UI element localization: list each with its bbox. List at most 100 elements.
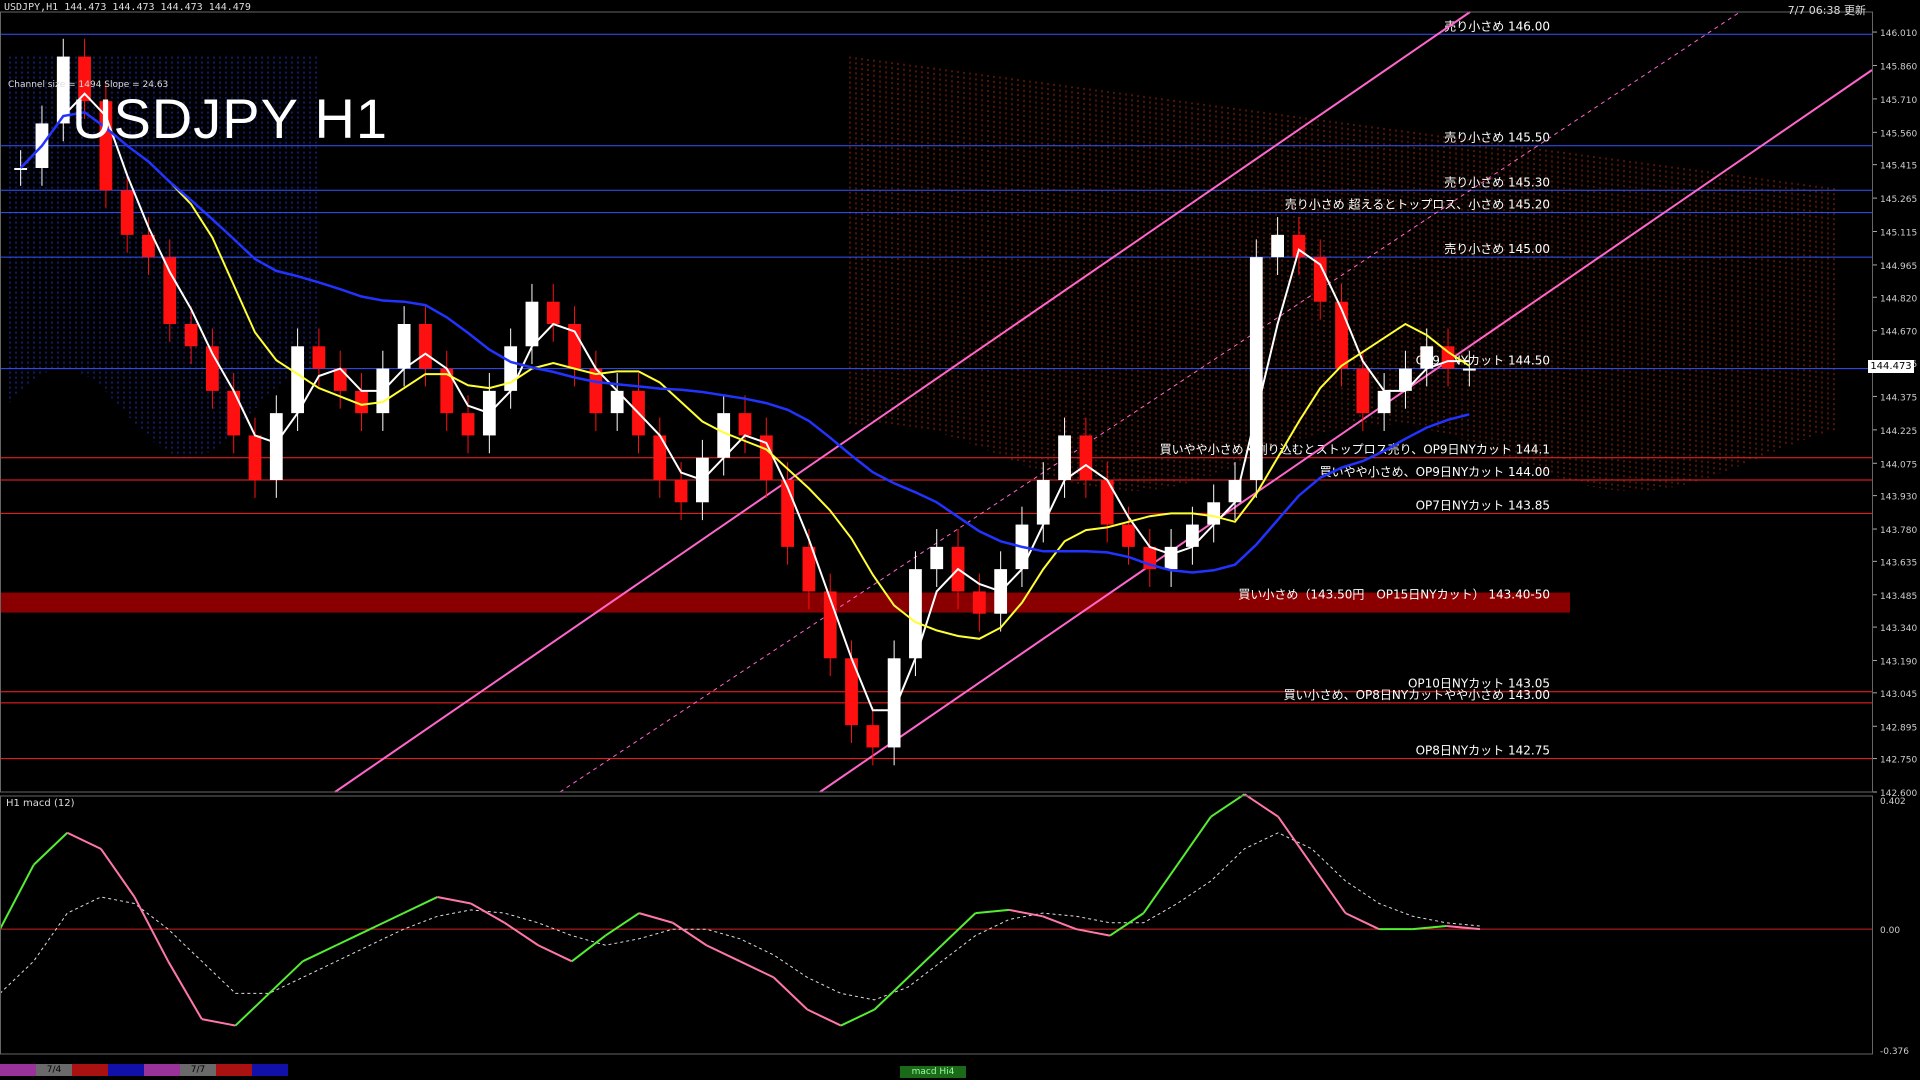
candle-body [461,413,475,436]
y-tick-label: 144.670 [1880,328,1917,338]
channel-mid [559,11,1741,793]
update-timestamp: 7/7 06:38 更新 [1787,4,1866,17]
candle-body [163,257,177,324]
period-tab[interactable]: 7/4 [36,1064,72,1076]
macd-tick-label: 0.00 [1880,926,1900,936]
candle-body [1271,234,1284,258]
macd-line-segment [66,831,102,850]
symbol-header: USDJPY,H1 144.473 144.473 144.473 144.47… [4,2,251,13]
y-tick-label: 144.965 [1880,262,1917,272]
candle-body [248,435,262,480]
macd-line-segment [772,976,808,1011]
macd-line-segment [470,902,506,924]
candle-body [589,368,603,414]
macd-line-segment [672,921,707,947]
y-tick-label: 144.225 [1880,427,1917,437]
macd-line-segment [201,1018,236,1027]
price-axis: 146.010 145.860 145.710 145.560 145.415 145.2… [1872,29,1917,799]
period-tab[interactable] [108,1064,144,1076]
candle-body [546,301,560,324]
period-tab[interactable]: 7/7 [180,1064,216,1076]
candle-body [1058,435,1071,480]
candle-body [1122,524,1135,547]
candle-body [120,190,134,235]
macd-line-segment [1243,793,1279,818]
macd-line-segment [0,864,35,930]
macd-line-segment [806,1008,842,1027]
macd-line-segment [1142,864,1179,914]
level-label: 売り小さめ 145.00 [1444,241,1550,256]
period-tab[interactable] [72,1064,108,1076]
level-label: OP7日NYカット 143.85 [1416,498,1550,512]
period-tab[interactable] [216,1064,252,1076]
macd-tick-label: 0.402 [1880,797,1906,807]
y-tick-label: 143.485 [1880,592,1917,602]
macd-tag: macd Hi4 [900,1066,966,1078]
macd-line-segment [100,848,136,898]
macd-line-segment [302,944,337,963]
macd-line-segment [268,960,304,995]
level-label: 売り小さめ 145.30 [1444,174,1550,189]
macd-line-segment [1310,864,1347,914]
macd-line-segment [1277,816,1313,866]
period-tabs[interactable]: 7/4 7/7 [0,1064,288,1076]
candle-body [972,591,986,614]
macd-line-segment [1076,928,1111,937]
candle-body [397,324,411,369]
level-label: 買い小さめ、OP8日NYカットやや小さめ 143.00 [1284,688,1550,702]
macd-line-segment [32,832,68,866]
y-tick-label: 145.265 [1880,195,1917,205]
period-tab[interactable] [252,1064,288,1076]
macd-panel: 0.402 0.00 -0.376 [0,793,1909,1057]
candle-body [525,301,539,347]
candle-body [738,413,752,436]
macd-line-segment [907,944,943,979]
candle-body [1079,435,1093,480]
macd-line-segment [1008,908,1043,918]
candle-body [14,168,28,170]
y-tick-label: 143.045 [1880,690,1917,700]
macd-frame [0,795,1873,1055]
macd-line-segment [503,921,539,947]
macd-line-segment [437,896,472,905]
level-label: 売り小さめ 145.50 [1444,130,1550,145]
level-label: 売り小さめ 超えるとトップロス、小さめ 145.20 [1285,197,1550,212]
candle-body [1356,368,1370,414]
macd-line-segment [234,992,270,1027]
period-tab[interactable] [144,1064,180,1076]
candle-body [1377,390,1391,414]
candle-body [184,324,198,347]
candle-body [887,658,901,748]
macd-line-segment [604,912,640,937]
candle-body [312,346,326,369]
candle-body [1462,368,1476,371]
y-tick-label: 144.820 [1880,294,1917,304]
y-tick-label: 143.780 [1880,526,1917,536]
macd-line-segment [739,960,775,979]
period-tab[interactable] [0,1064,36,1076]
macd-line-segment [705,944,741,963]
current-price-tag: 144.473 [1868,360,1914,373]
macd-line-segment [1109,912,1145,937]
candle-body [291,346,304,414]
candle-body [674,480,688,503]
macd-line-segment [1345,912,1380,931]
trend-channel [334,11,1873,793]
y-tick-label: 143.930 [1880,493,1917,503]
y-tick-label: 145.860 [1880,62,1917,72]
y-tick-label: 145.710 [1880,96,1917,106]
y-tick-label: 146.010 [1880,29,1917,39]
candle-body [56,56,70,124]
y-tick-label: 142.750 [1880,756,1917,766]
candle-body [269,413,283,480]
candle-body [1036,480,1050,525]
y-tick-label: 145.560 [1880,129,1917,139]
macd-line-segment [571,934,607,963]
y-tick-label: 144.075 [1880,460,1917,470]
macd-line-segment [638,912,674,924]
candle-body [1249,257,1263,480]
y-tick-label: 142.895 [1880,723,1917,733]
chart-canvas: 売り小さめ 146.00 売り小さめ 145.50 売り小さめ 145.30 売り小さ… [0,11,1917,1057]
y-tick-label: 143.340 [1880,624,1917,634]
macd-line-segment [840,1008,875,1027]
